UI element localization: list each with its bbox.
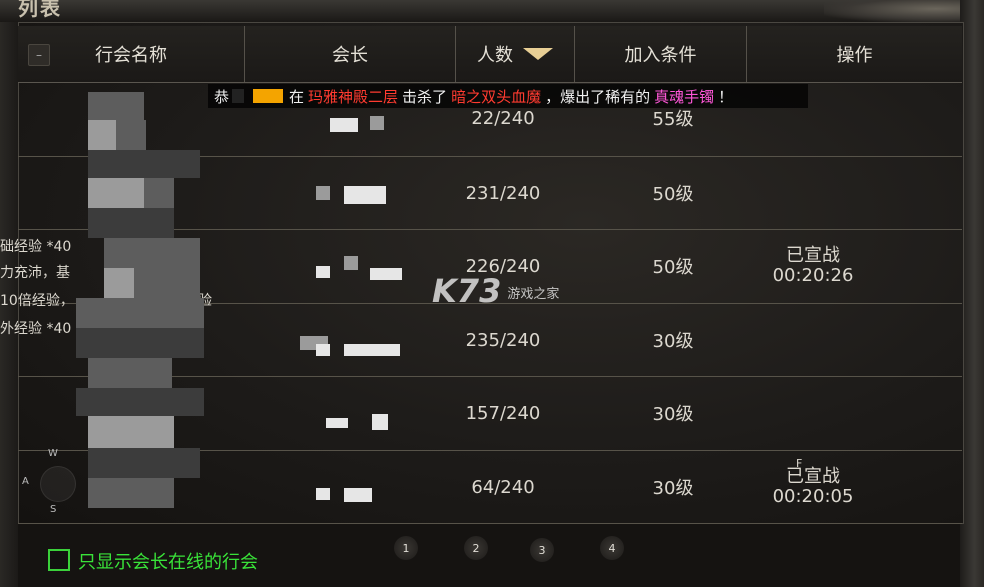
sort-arrow-icon[interactable] <box>523 48 553 60</box>
checkbox-icon[interactable] <box>48 549 70 571</box>
broadcast-word-in: 在 <box>289 87 305 106</box>
window-title: 列表 <box>18 0 62 20</box>
members-count: 231/240 <box>465 182 541 204</box>
broadcast-suffix: ！ <box>718 87 734 106</box>
broadcast-item: 真魂手镯 <box>654 87 715 106</box>
column-header-guild-name[interactable]: 行会名称 <box>18 26 245 82</box>
column-header-label: 会长 <box>332 45 368 66</box>
column-header-label: 人数 <box>477 45 513 66</box>
watermark-logo: K73 游戏之家 <box>432 272 559 310</box>
hud-text-line: 础经验 *40 <box>0 239 72 255</box>
members-count: 157/240 <box>465 402 541 424</box>
redacted-player-name <box>253 89 284 103</box>
page-button-1[interactable]: 1 <box>394 536 418 560</box>
redacted-name <box>232 89 245 103</box>
join-requirement: 50级 <box>652 184 694 205</box>
key-hint-f: F <box>796 457 803 470</box>
members-count: 64/240 <box>471 476 535 498</box>
broadcast-word-kill: 击杀了 <box>402 87 448 106</box>
list-footer: 只显示会长在线的行会 1 2 3 4 <box>18 522 962 587</box>
hud-text-line: 力充沛，基 <box>0 265 70 281</box>
join-requirement: 30级 <box>652 331 694 352</box>
page-button-4[interactable]: 4 <box>600 536 624 560</box>
column-header-label: 操作 <box>836 45 873 66</box>
war-timer: 00:20:26 <box>772 265 854 286</box>
broadcast-location: 玛雅神殿二层 <box>308 87 399 106</box>
joystick-key-left: A <box>22 476 29 487</box>
war-timer: 00:20:05 <box>772 486 854 507</box>
column-header-action[interactable]: 操作 <box>747 26 962 82</box>
war-status-label: 已宣战 <box>786 245 840 266</box>
members-count: 235/240 <box>465 329 541 351</box>
war-status: 已宣战 00:20:26 <box>718 230 908 302</box>
join-requirement: 30级 <box>652 404 694 425</box>
column-header-leader[interactable]: 会长 <box>245 26 456 82</box>
broadcast-word-drop: ，爆出了稀有的 <box>545 87 651 106</box>
watermark-subtext: 游戏之家 <box>507 286 560 302</box>
broadcast-boss: 暗之双头血魔 <box>451 87 542 106</box>
joystick-key-up: W <box>48 448 58 459</box>
joystick-ring-icon[interactable] <box>40 466 76 502</box>
column-header-requirement[interactable]: 加入条件 <box>575 26 747 82</box>
joystick-key-down: S <box>50 504 57 515</box>
column-header-members[interactable]: 人数 <box>456 26 575 82</box>
war-status-label: 已宣战 <box>786 466 840 487</box>
virtual-joystick[interactable]: W A S <box>22 448 92 518</box>
hud-text-line: 外经验 *40 <box>0 321 72 337</box>
column-header-label: 行会名称 <box>95 45 167 66</box>
hud-text-line: 10倍经验， <box>0 293 74 309</box>
column-header-label: 加入条件 <box>624 45 697 66</box>
broadcast-prefix: 恭 <box>214 87 230 106</box>
page-button-2[interactable]: 2 <box>464 536 488 560</box>
page-button-3[interactable]: 3 <box>530 538 554 562</box>
online-leader-filter-label[interactable]: 只显示会长在线的行会 <box>78 548 258 574</box>
war-status: 已宣战 00:20:05 <box>718 451 908 523</box>
table-header: – 行会名称 会长 人数 加入条件 操作 <box>18 26 962 83</box>
system-broadcast: 恭 在 玛雅神殿二层 击杀了 暗之双头血魔 ，爆出了稀有的 真魂手镯 ！ <box>208 84 808 108</box>
watermark-text: K73 <box>432 272 502 310</box>
